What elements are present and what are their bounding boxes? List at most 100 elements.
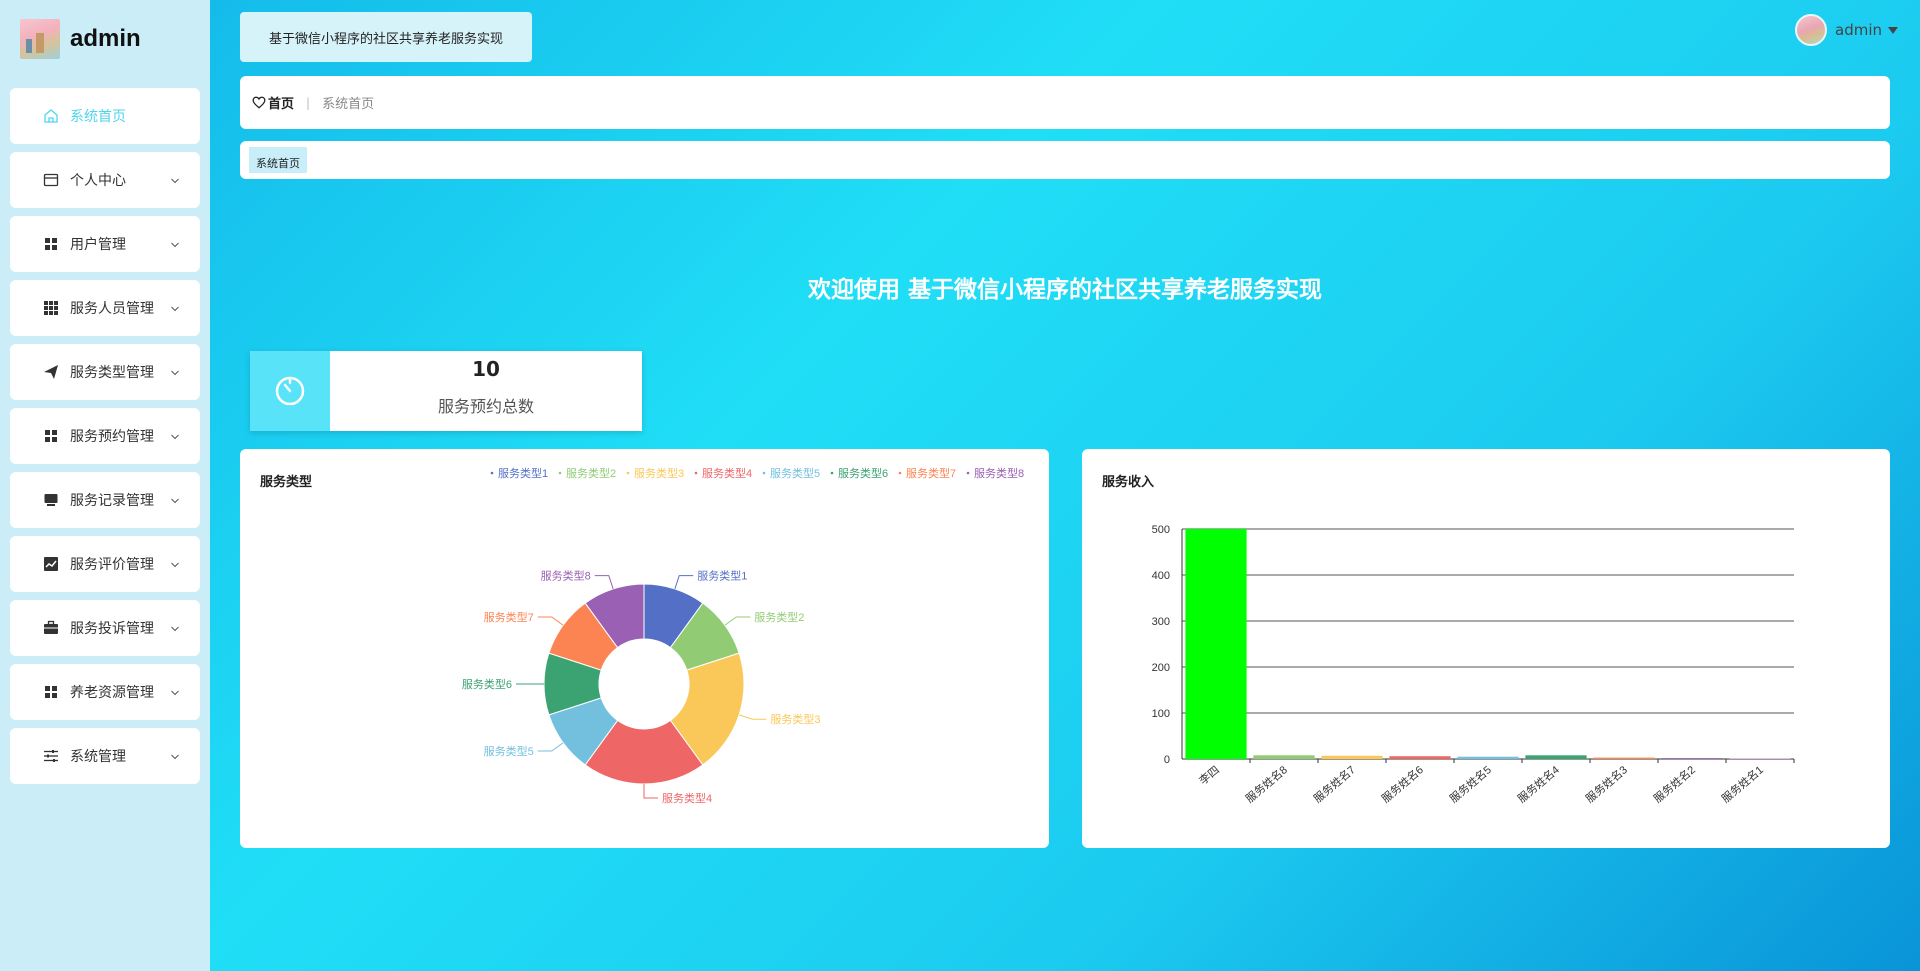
apps-icon: [42, 299, 60, 317]
trend-icon: [42, 555, 60, 573]
bar[interactable]: [1185, 529, 1247, 759]
bar[interactable]: [1321, 755, 1383, 759]
stat-value: 10: [472, 357, 500, 381]
legend-dot: [966, 471, 970, 475]
grid-icon: [42, 683, 60, 701]
bar[interactable]: [1525, 755, 1587, 759]
pie-label-line: [738, 714, 767, 720]
sidebar-item-6[interactable]: 服务预约管理: [10, 408, 200, 464]
monitor-icon: [42, 491, 60, 509]
chevron-down-icon[interactable]: [170, 430, 180, 440]
tag-home[interactable]: 系统首页: [249, 147, 307, 173]
user-name[interactable]: admin: [1835, 21, 1882, 39]
sidebar-item-label: 服务人员管理: [70, 301, 154, 317]
sidebar-item-10[interactable]: 养老资源管理: [10, 664, 200, 720]
legend-label[interactable]: 服务类型6: [838, 466, 888, 480]
sidebar-item-label: 用户管理: [70, 237, 126, 253]
pie-label-line: [537, 742, 564, 752]
x-tick-label: 服务姓名4: [1515, 763, 1562, 806]
pie-label-line: [724, 616, 751, 626]
chevron-down-icon[interactable]: [170, 622, 180, 632]
chevron-down-icon[interactable]: [170, 686, 180, 696]
welcome-title: 欢迎使用 基于微信小程序的社区共享养老服务实现: [807, 277, 1322, 303]
chevron-down-icon[interactable]: [170, 750, 180, 760]
legend-label[interactable]: 服务类型8: [974, 466, 1024, 480]
sidebar-item-7[interactable]: 服务记录管理: [10, 472, 200, 528]
bar[interactable]: [1457, 756, 1519, 759]
pie-label-line: [674, 575, 694, 590]
legend-dot: [898, 471, 902, 475]
stat-label: 服务预约总数: [437, 397, 534, 416]
pie-slice-label: 服务类型3: [770, 712, 820, 726]
legend-label[interactable]: 服务类型5: [770, 466, 820, 480]
x-tick-label: 李四: [1196, 763, 1222, 788]
sidebar-item-9[interactable]: 服务投诉管理: [10, 600, 200, 656]
bar[interactable]: [1661, 758, 1723, 759]
sidebar-item-label: 养老资源管理: [70, 685, 154, 701]
pie-slice-label: 服务类型6: [462, 677, 512, 691]
sidebar-item-label: 系统管理: [70, 749, 126, 765]
bar[interactable]: [1389, 756, 1451, 759]
legend-dot: [694, 471, 698, 475]
service-type-pie-chart: 服务类型1 服务类型2 服务类型3 服务类型4 服务类型5 服务类型6 服务类型7 服务类型8…: [462, 466, 1024, 805]
sidebar-item-5[interactable]: 服务类型管理: [10, 344, 200, 400]
x-tick-label: 服务姓名8: [1243, 763, 1290, 806]
sidebar-item-label: 个人中心: [70, 173, 126, 189]
brand-logo: [20, 19, 60, 59]
service-income-panel: 0 100 200 300 400 500 李四 服务姓名8 服务姓名7 服务姓名6 服务姓名5 服务…: [1082, 449, 1890, 848]
home-icon: [42, 107, 60, 125]
breadcrumb-current: 系统首页: [322, 97, 375, 112]
bar[interactable]: [1593, 757, 1655, 759]
sidebar: admin 系统首页个人中心用户管理服务人员管理 服务类型管理服务预约管理 服务记录…: [0, 0, 210, 971]
y-tick-label: 0: [1164, 754, 1170, 766]
x-tick-label: 服务姓名5: [1447, 763, 1494, 806]
sidebar-item-2[interactable]: 个人中心: [10, 152, 200, 208]
sliders-icon: [42, 747, 60, 765]
chevron-down-icon[interactable]: [170, 174, 180, 184]
chevron-down-icon[interactable]: [170, 494, 180, 504]
legend-dot: [830, 471, 834, 475]
legend-dot: [626, 471, 630, 475]
legend-dot: [762, 471, 766, 475]
legend-label[interactable]: 服务类型2: [566, 466, 616, 480]
sidebar-item-label: 服务评价管理: [70, 557, 154, 573]
y-tick-label: 300: [1152, 616, 1170, 628]
pie-slice-label: 服务类型7: [484, 610, 534, 624]
bar[interactable]: [1253, 755, 1315, 759]
chevron-down-icon[interactable]: [170, 238, 180, 248]
sidebar-item-1[interactable]: 系统首页: [10, 88, 200, 144]
chevron-down-icon[interactable]: [170, 302, 180, 312]
tags-bar: 系统首页: [240, 141, 1890, 179]
avatar[interactable]: [1795, 14, 1827, 46]
pie-slice-label: 服务类型1: [697, 569, 747, 583]
sidebar-item-11[interactable]: 系统管理: [10, 728, 200, 784]
legend-label[interactable]: 服务类型3: [634, 466, 684, 480]
pie-slice-label: 服务类型5: [484, 744, 534, 758]
legend-label[interactable]: 服务类型1: [498, 466, 548, 480]
chevron-down-icon[interactable]: [170, 366, 180, 376]
sidebar-item-8[interactable]: 服务评价管理: [10, 536, 200, 592]
chevron-down-icon[interactable]: [170, 558, 180, 568]
y-tick-label: 500: [1152, 524, 1170, 536]
card-icon: [42, 171, 60, 189]
breadcrumb: 首页 | 系统首页: [240, 76, 1890, 129]
pie-chart-title: 服务类型: [260, 475, 313, 490]
x-tick-label: 服务姓名1: [1719, 763, 1766, 806]
x-tick-label: 服务姓名7: [1311, 763, 1358, 806]
caret-down-icon[interactable]: [1888, 26, 1898, 34]
brand-name: admin: [70, 25, 141, 52]
sidebar-item-label: 系统首页: [70, 109, 126, 125]
legend-label[interactable]: 服务类型7: [906, 466, 956, 480]
breadcrumb-home-label: 首页: [268, 97, 295, 112]
legend-dot: [490, 471, 494, 475]
sidebar-item-label: 服务类型管理: [70, 365, 154, 381]
breadcrumb-home[interactable]: 首页: [252, 93, 294, 112]
y-tick-label: 100: [1152, 708, 1170, 720]
legend-dot: [558, 471, 562, 475]
sidebar-item-3[interactable]: 用户管理: [10, 216, 200, 272]
pie-label-line: [537, 616, 564, 626]
legend-label[interactable]: 服务类型4: [702, 466, 752, 480]
y-tick-label: 200: [1152, 662, 1170, 674]
user-menu[interactable]: admin: [1795, 14, 1898, 46]
sidebar-item-4[interactable]: 服务人员管理: [10, 280, 200, 336]
